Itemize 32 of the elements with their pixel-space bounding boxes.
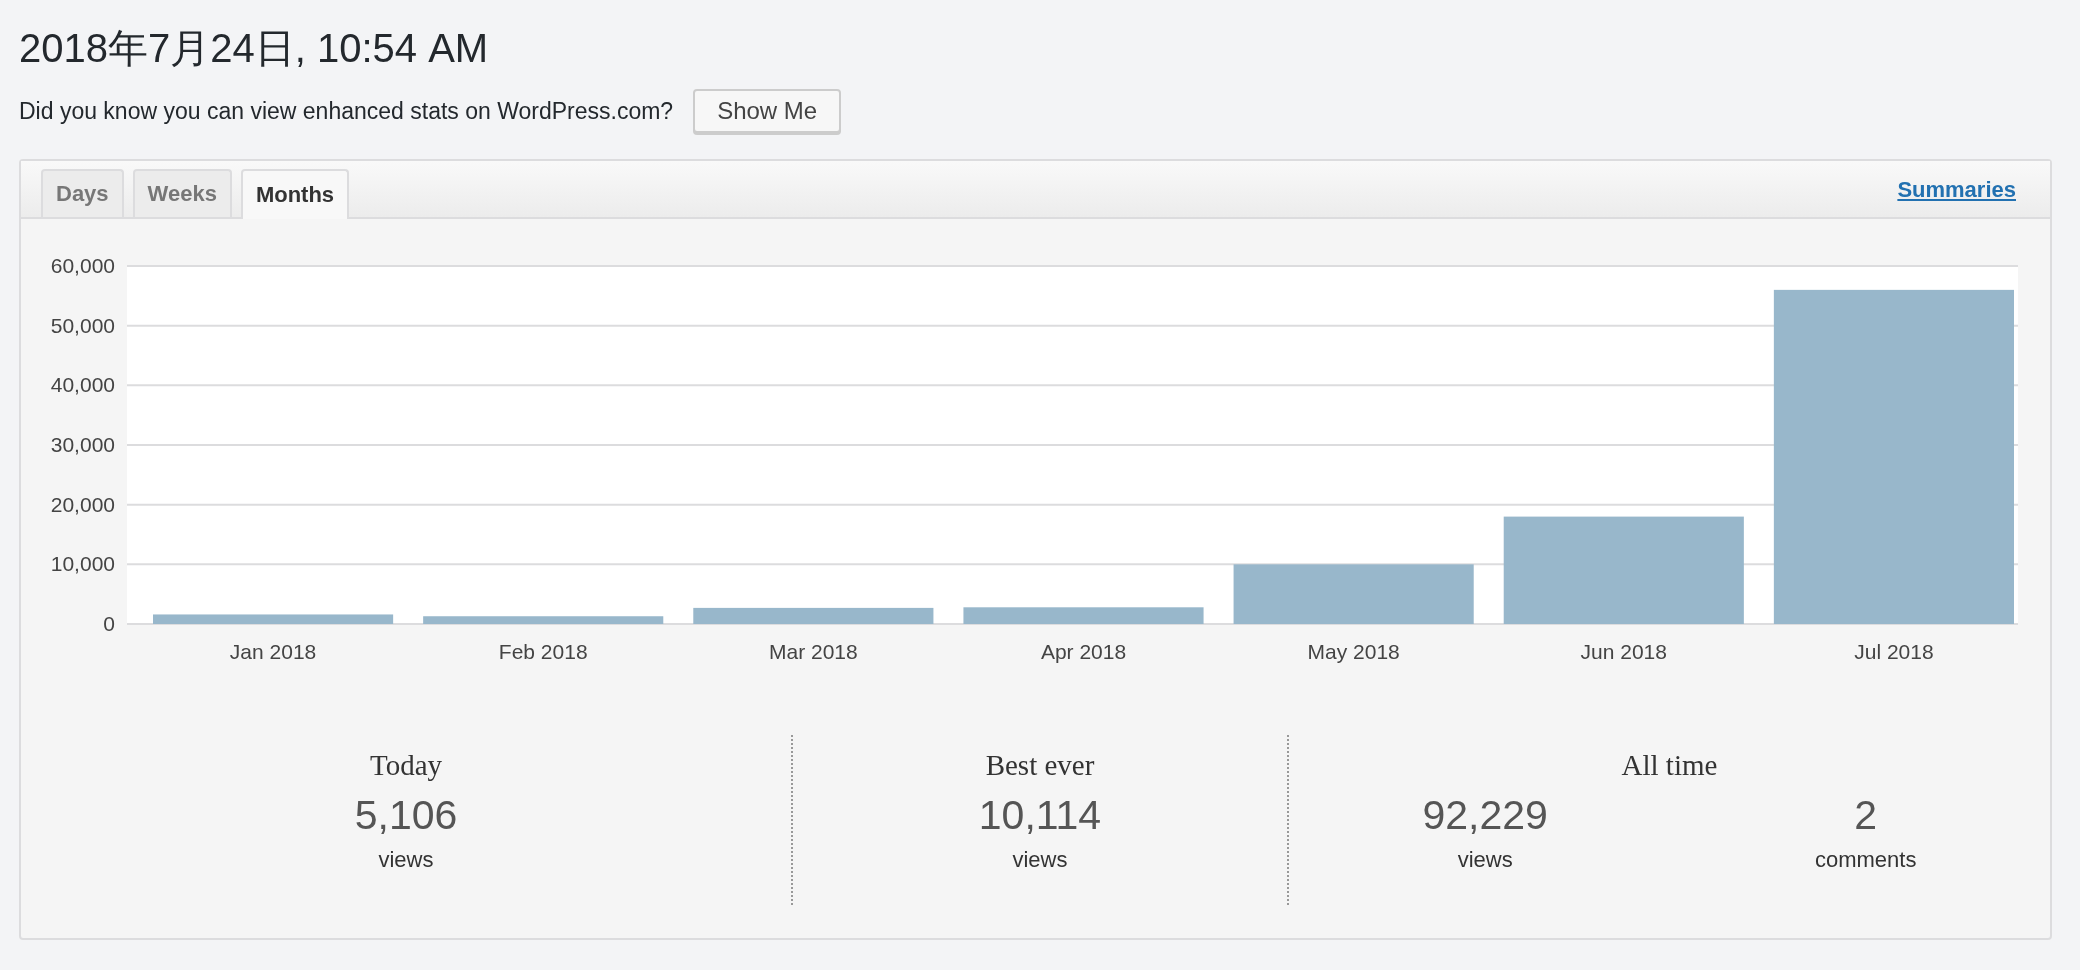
y-axis-label: 50,000 (50, 313, 115, 337)
notice-text: Did you know you can view enhanced stats on WordPress.com? (19, 97, 674, 125)
period-tab[interactable]: Months (240, 169, 350, 219)
y-axis-label: 60,000 (50, 254, 115, 277)
show-me-button[interactable]: Show Me (693, 89, 842, 133)
stat-label: comments (1814, 847, 1917, 873)
stat-heading: Today (369, 749, 443, 782)
stat-value: 10,114 (978, 792, 1102, 839)
x-axis-label: Jul 2018 (1854, 640, 1934, 663)
stat-value: 5,106 (354, 792, 458, 839)
y-axis-label: 20,000 (50, 492, 115, 516)
date-heading: 2018年7月24日, 10:54 AM (19, 25, 489, 72)
x-axis-label: Apr 2018 (1040, 640, 1127, 663)
period-tab[interactable]: Days (41, 169, 124, 217)
x-axis-label: Mar 2018 (769, 640, 858, 663)
stat-heading: Best ever (985, 749, 1095, 782)
y-axis-label: 30,000 (50, 433, 115, 456)
x-axis-label: May 2018 (1307, 640, 1400, 663)
x-axis-label: Jun 2018 (1580, 640, 1667, 663)
stat-label: views (378, 847, 434, 873)
x-axis-label: Feb 2018 (498, 640, 588, 663)
stat-heading: All time (1621, 749, 1718, 782)
y-axis-label: 10,000 (50, 552, 115, 576)
period-tab[interactable]: Weeks (132, 169, 232, 217)
summaries-link[interactable]: Summaries (1897, 177, 2016, 203)
stat-label: views (1457, 847, 1513, 873)
x-axis-label: Jan 2018 (229, 640, 317, 663)
stat-value: 2 (1854, 792, 1878, 839)
stat-label: views (1012, 847, 1068, 873)
stat-value: 92,229 (1422, 792, 1548, 839)
y-axis-label: 0 (103, 612, 115, 635)
y-axis-label: 40,000 (50, 373, 115, 397)
